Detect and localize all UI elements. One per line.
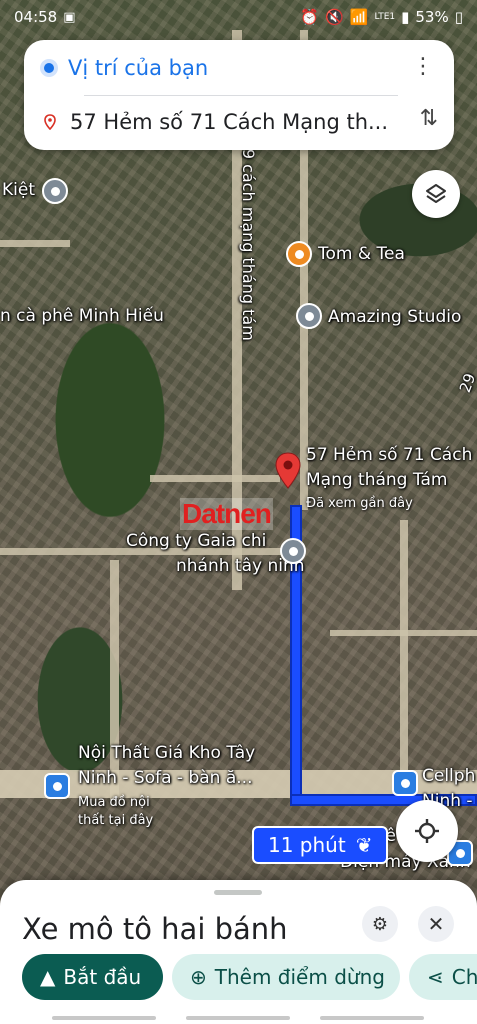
recenter-button[interactable] (396, 800, 458, 862)
settings-tune-icon[interactable]: ⚙ (362, 906, 398, 942)
start-label: Bắt đầu (63, 965, 142, 989)
eta-text: 11 phút (268, 833, 346, 857)
alarm-icon: ⏰ (300, 8, 320, 26)
add-stop-button[interactable]: ⊕ Thêm điểm dừng (172, 954, 400, 1000)
road (150, 475, 280, 482)
cafe-icon[interactable] (286, 241, 312, 267)
navigation-icon: ▲ (40, 965, 56, 989)
mute-icon: 🔇 (325, 8, 344, 26)
action-chips: ▲ Bắt đầu ⊕ Thêm điểm dừng ⋖ Ch (22, 954, 477, 1000)
origin-text[interactable]: Vị trí của bạn (68, 56, 208, 80)
label-ca-phe[interactable]: n cà phê Minh Hiếu (0, 306, 164, 326)
travel-mode-title: Xe mô tô hai bánh (22, 912, 288, 946)
share-label: Ch (451, 965, 477, 989)
label-destination-line2[interactable]: Mạng tháng Tám (306, 470, 447, 490)
label-cellph-line1[interactable]: Cellph (422, 766, 475, 786)
signal-icon: ▮ (401, 8, 410, 26)
place-marker-icon[interactable] (42, 178, 68, 204)
eta-badge[interactable]: 11 phút ❦ (252, 826, 389, 864)
road (0, 240, 70, 247)
label-noithat-sub1: Mua đồ nội (78, 795, 150, 810)
gallery-icon: ▣ (63, 9, 76, 25)
share-icon: ⋖ (427, 965, 444, 989)
place-marker-icon[interactable] (296, 303, 322, 329)
share-button[interactable]: ⋖ Ch (409, 954, 477, 1000)
layers-button[interactable] (412, 170, 460, 218)
destination-pin-icon[interactable] (274, 452, 302, 490)
street-label: m 69 cách mạng tháng tám (239, 118, 258, 341)
shopping-bag-icon[interactable] (392, 770, 418, 796)
label-kiet[interactable]: Kiệt (2, 180, 35, 200)
close-icon[interactable]: ✕ (418, 906, 454, 942)
swap-icon[interactable]: ⇅ (420, 106, 438, 131)
label-29: 29 (455, 370, 477, 396)
road (110, 560, 119, 800)
label-gaia-line1[interactable]: Công ty Gaia chi (126, 531, 266, 551)
label-tom-tea[interactable]: Tom & Tea (318, 244, 405, 264)
nav-bar-segment (52, 1016, 156, 1020)
start-button[interactable]: ▲ Bắt đầu (22, 954, 163, 1000)
place-marker-icon[interactable] (280, 538, 306, 564)
status-bar: 04:58 ▣ ⏰ 🔇 📶 LTE1 ▮ 53% ▯ (0, 0, 477, 34)
label-amazing-studio[interactable]: Amazing Studio (328, 307, 461, 327)
directions-card: Vị trí của bạn ⋮ 57 Hẻm số 71 Cách Mạng … (24, 40, 454, 150)
clock: 04:58 (14, 8, 58, 26)
destination-text[interactable]: 57 Hẻm số 71 Cách Mạng th... (70, 110, 390, 134)
label-destination-line1[interactable]: 57 Hẻm số 71 Cách (306, 445, 472, 465)
add-stop-icon: ⊕ (190, 965, 207, 989)
label-noithat-line1[interactable]: Nội Thất Giá Kho Tây (78, 743, 255, 763)
leaf-icon: ❦ (355, 833, 373, 857)
nav-bar-segment (320, 1016, 424, 1020)
drag-handle[interactable] (214, 890, 262, 895)
layers-icon (426, 184, 446, 203)
destination-field[interactable]: 57 Hẻm số 71 Cách Mạng th... (24, 96, 454, 148)
map-view[interactable]: Kiệt m 69 cách mạng tháng tám Tom & Tea … (0, 0, 477, 1024)
add-stop-label: Thêm điểm dừng (214, 965, 385, 989)
network-label: LTE1 (374, 12, 396, 22)
label-noithat-sub2: thất tại đây (78, 813, 154, 828)
road (400, 520, 408, 770)
label-destination-sub: Đã xem gần đây (306, 496, 413, 511)
shopping-bag-icon[interactable] (44, 773, 70, 799)
label-noithat-line2[interactable]: Ninh - Sofa - bàn ă... (78, 768, 252, 788)
watermark-logo: Datnen (180, 498, 273, 530)
bottom-sheet: Xe mô tô hai bánh ⚙ ✕ ▲ Bắt đầu ⊕ Thêm đ… (0, 880, 477, 1024)
wifi-icon: 📶 (349, 8, 369, 26)
nav-bar-segment (186, 1016, 290, 1020)
kebab-menu-icon[interactable]: ⋮ (412, 54, 434, 79)
road (330, 630, 477, 636)
system-nav-bar (0, 1012, 477, 1024)
origin-field[interactable]: Vị trí của bạn (24, 42, 454, 94)
current-location-icon (44, 63, 54, 73)
battery-percent: 53% (415, 8, 449, 26)
battery-icon: ▯ (454, 8, 463, 26)
recenter-icon (415, 819, 439, 843)
location-pin-icon (44, 114, 56, 130)
